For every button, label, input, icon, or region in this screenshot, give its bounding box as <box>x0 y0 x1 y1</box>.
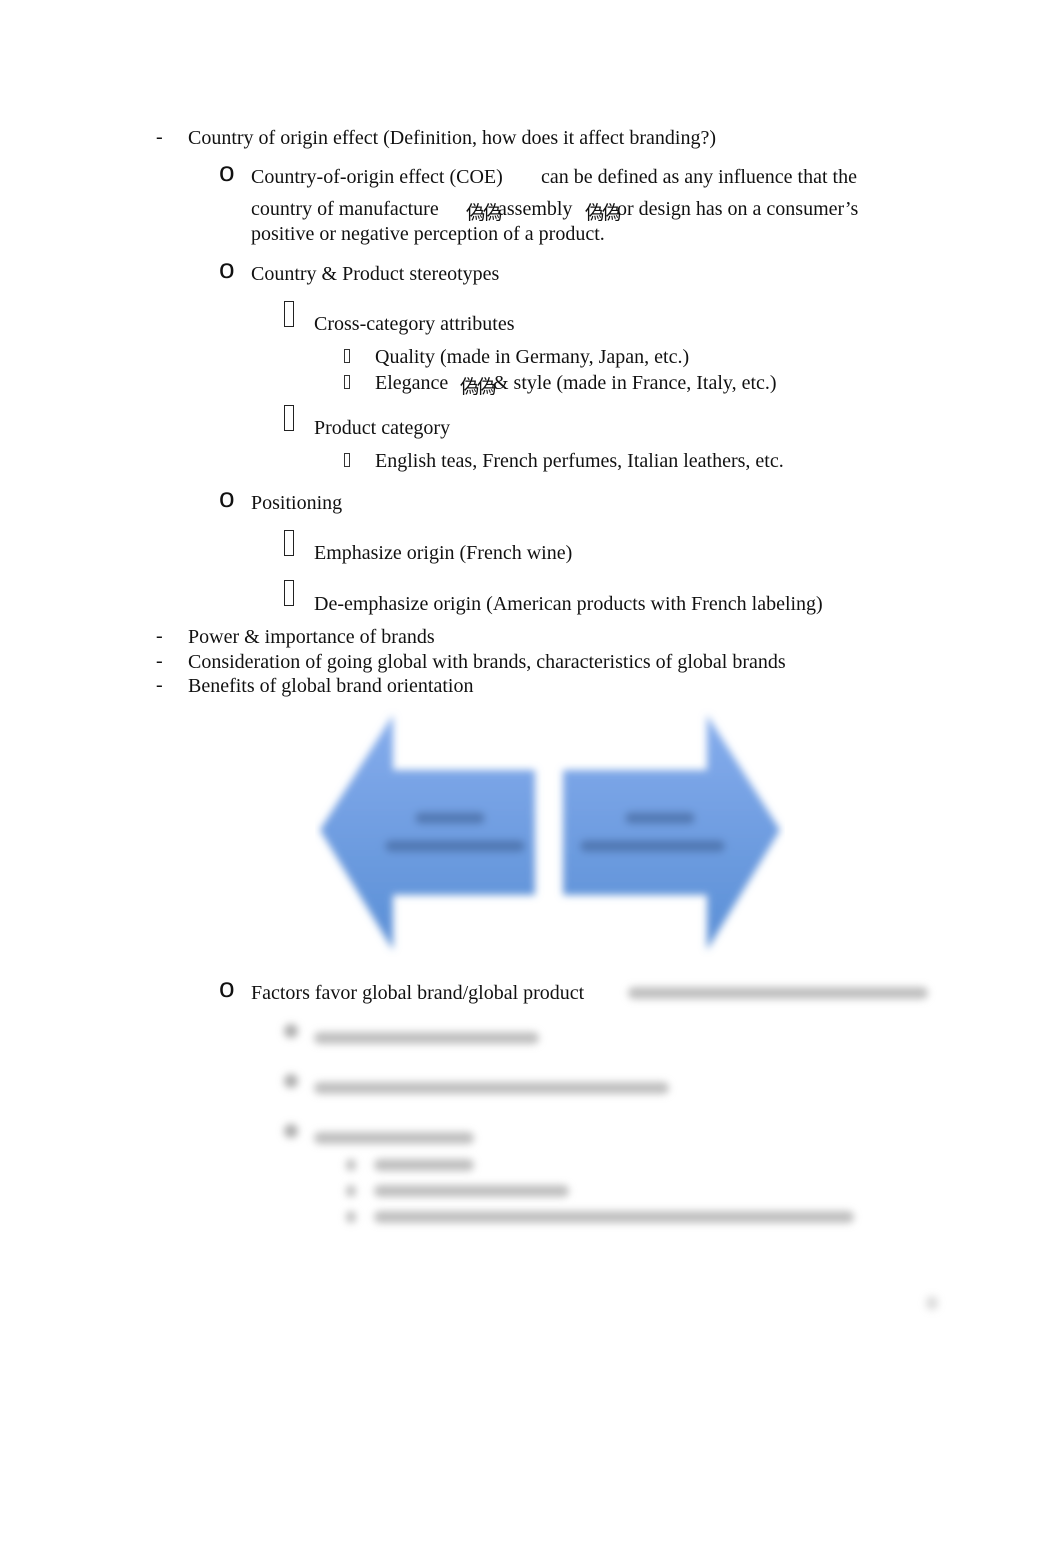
blurred-text <box>314 1132 474 1144</box>
blurred-text <box>374 1159 474 1171</box>
o-bullet-icon: o <box>219 156 235 187</box>
topic-global-orientation: Benefits of global brand orientation <box>188 675 474 697</box>
small-bullet-icon <box>344 349 350 363</box>
bullet-icon <box>346 1211 356 1223</box>
list-dash: - <box>156 126 163 148</box>
elegance-item: Elegance <box>375 372 449 394</box>
product-category-item: English teas, French perfumes, Italian l… <box>375 450 784 472</box>
topic-power-of-brands: Power & importance of brands <box>188 626 435 648</box>
blurred-text <box>314 1082 669 1094</box>
right-arrow-label-blur <box>580 840 725 852</box>
bullet-icon <box>346 1185 356 1197</box>
bullet-icon <box>284 1024 298 1038</box>
garbled-glyph: 偽偽 <box>466 202 502 224</box>
o-bullet-icon: o <box>219 972 235 1003</box>
blurred-text <box>374 1211 854 1223</box>
deemphasize-origin-item: De-emphasize origin (American products w… <box>314 593 823 615</box>
coe-definition-text: can be defined as any influence that the <box>541 166 857 188</box>
bullet-icon <box>346 1159 356 1171</box>
o-bullet-icon: o <box>219 482 235 513</box>
right-arrow-label-blur <box>625 812 695 824</box>
blurred-list <box>284 1024 854 1236</box>
emphasize-origin-item: Emphasize origin (French wine) <box>314 542 573 564</box>
topic-country-of-origin: Country of origin effect (Definition, ho… <box>188 127 716 149</box>
coe-definition-text-2a: country of manufacture <box>251 198 439 220</box>
square-bullet-icon <box>284 301 294 327</box>
o-bullet-icon: o <box>219 253 235 284</box>
blurred-text <box>628 986 928 1004</box>
garbled-glyph: 偽偽 <box>585 202 621 224</box>
bullet-icon <box>284 1074 298 1088</box>
blurred-text <box>314 1032 539 1044</box>
elegance-item-rest: & style (made in France, Italy, etc.) <box>493 372 777 394</box>
square-bullet-icon <box>284 580 294 606</box>
page-number-blur <box>926 1296 938 1315</box>
coe-definition-text-3: positive or negative perception of a pro… <box>251 223 605 245</box>
left-arrow-shape <box>320 715 535 950</box>
double-arrow-diagram <box>320 715 780 950</box>
left-arrow-label-blur <box>385 840 525 852</box>
stereotypes-heading: Country & Product stereotypes <box>251 263 500 285</box>
list-dash: - <box>156 650 163 672</box>
square-bullet-icon <box>284 405 294 431</box>
list-dash: - <box>156 674 163 696</box>
square-bullet-icon <box>284 530 294 556</box>
positioning-heading: Positioning <box>251 492 343 514</box>
small-bullet-icon <box>344 375 350 389</box>
right-arrow-shape <box>563 715 780 950</box>
product-category-heading: Product category <box>314 417 451 439</box>
coe-definition-text-2b: assembly <box>498 198 573 220</box>
blurred-text <box>374 1185 569 1197</box>
list-dash: - <box>156 625 163 647</box>
cross-category-heading: Cross-category attributes <box>314 313 515 335</box>
quality-item: Quality (made in Germany, Japan, etc.) <box>375 346 690 368</box>
topic-going-global: Consideration of going global with brand… <box>188 651 786 673</box>
small-bullet-icon <box>344 453 350 467</box>
garbled-glyph: 偽偽 <box>460 376 496 398</box>
coe-definition-term: Country-of-origin effect (COE) <box>251 166 503 188</box>
coe-definition-text-2c: or design has on a consumer’s <box>617 198 859 220</box>
bullet-icon <box>284 1124 298 1138</box>
factors-heading: Factors favor global brand/global produc… <box>251 982 585 1004</box>
left-arrow-label-blur <box>415 812 485 824</box>
